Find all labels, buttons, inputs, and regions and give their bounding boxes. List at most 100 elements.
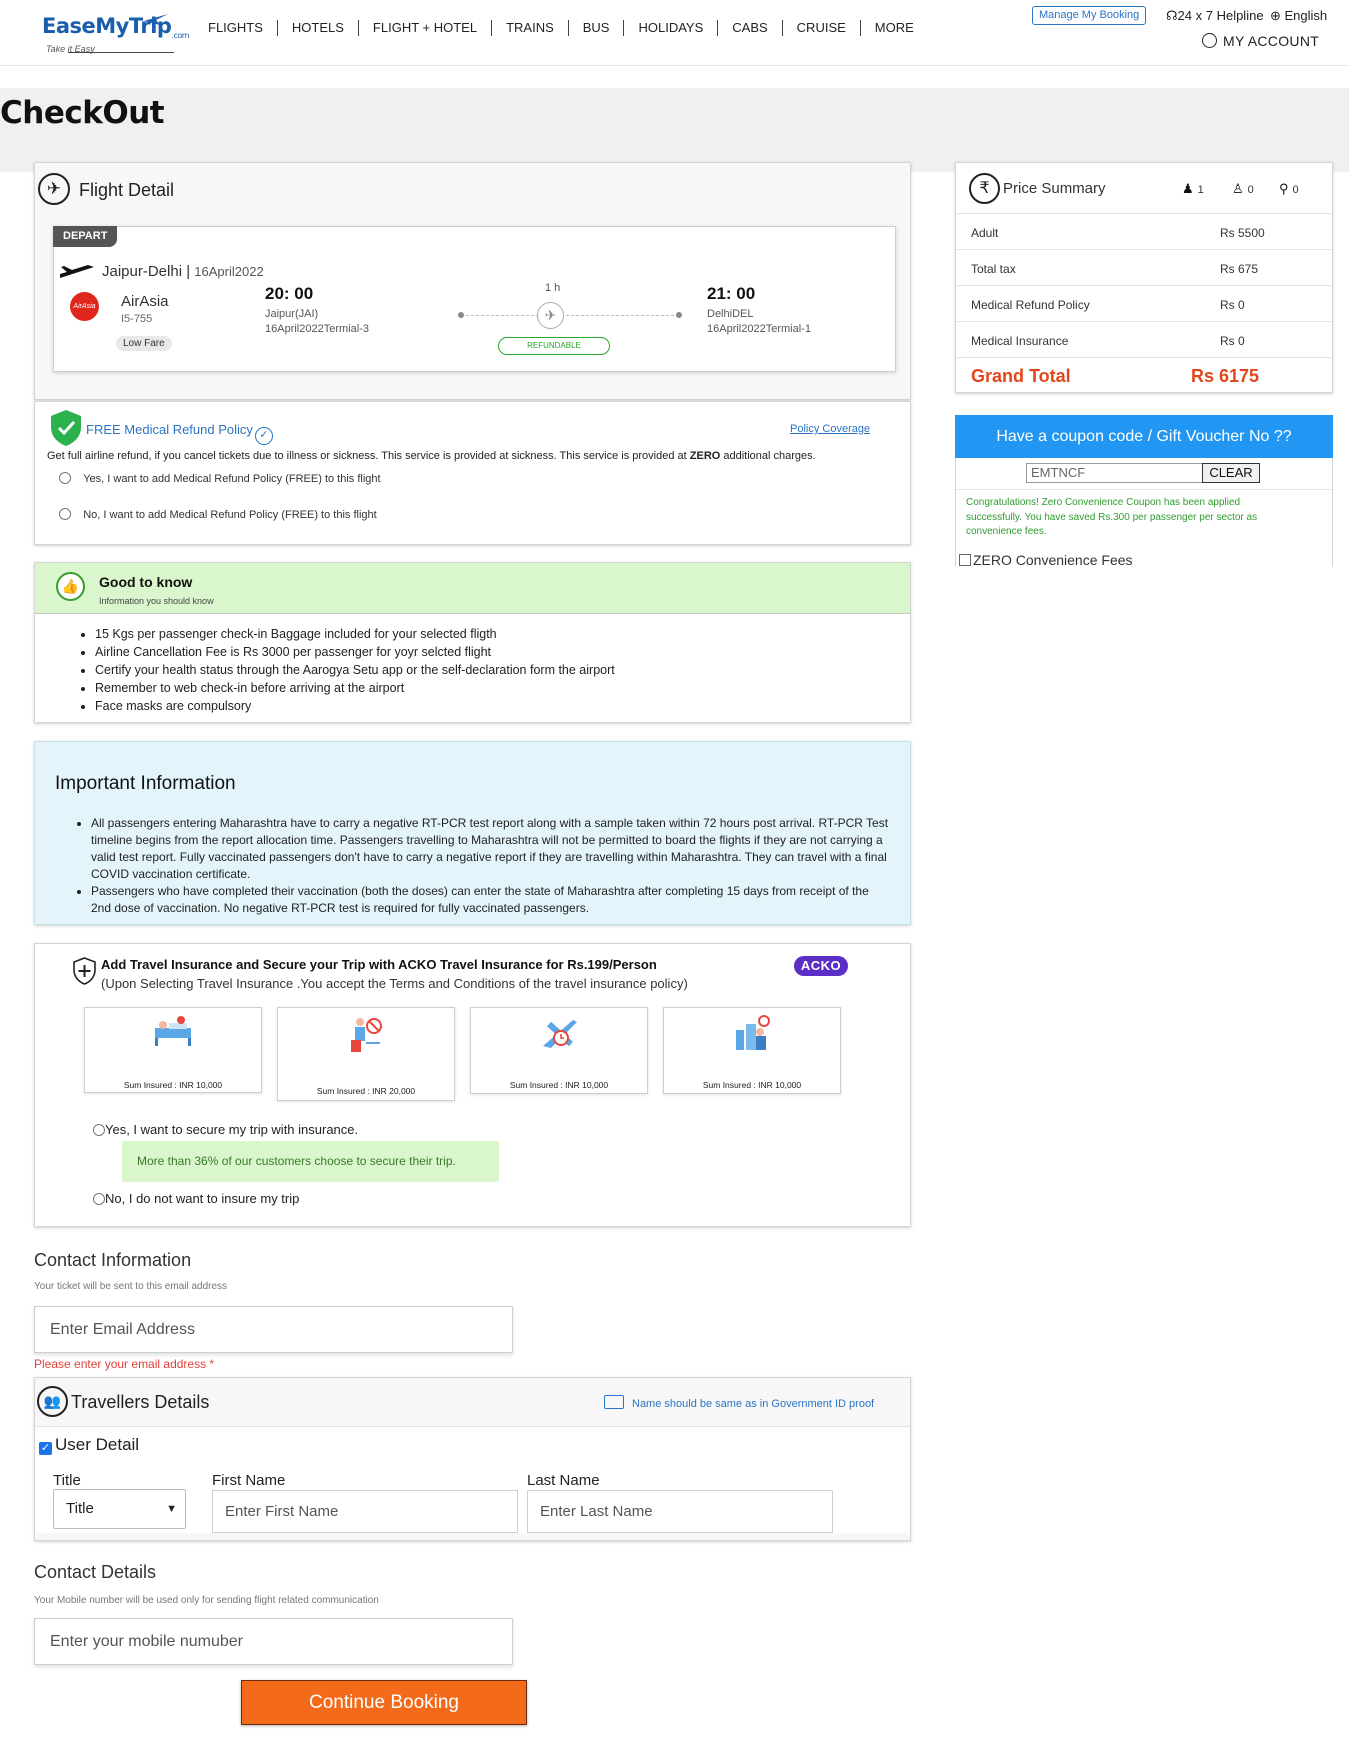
user-detail-checkbox[interactable]: ✓ [39,1442,52,1455]
price-value: Rs 0 [1220,298,1245,312]
price-label: Adult [971,226,999,240]
arrival-time: 21: 00 [707,284,756,303]
price-label: Medical Insurance [971,334,1069,348]
globe-icon: ⊕ [1270,8,1285,23]
option-yes-label: Yes, I want to add Medical Refund Policy… [83,473,381,485]
grand-total-row: Grand Total Rs 6175 [956,357,1332,394]
language-selector[interactable]: ⊕ English [1270,8,1327,24]
page-title: CheckOut [0,95,165,131]
coupon-panel: Have a coupon code / Gift Voucher No ?? … [955,415,1333,567]
first-name-label: First Name [212,1472,286,1489]
email-input[interactable]: Enter Email Address [34,1306,513,1353]
clear-coupon-button[interactable]: CLEAR [1202,463,1260,483]
nav-cabs[interactable]: CABS [718,20,783,36]
radio-no[interactable] [59,508,71,520]
user-detail-label: User Detail [55,1435,140,1454]
description-text: Get full airline refund, if you cancel t… [47,450,690,462]
travellers-title: Travellers Details [71,1392,210,1412]
price-row: Total tax Rs 675 [956,249,1332,285]
logo-underline [68,52,174,53]
insurance-no-option[interactable]: No, I do not want to insure my trip [93,1191,299,1206]
contact-info-subtitle: Your ticket will be sent to this email a… [34,1281,228,1292]
cover-label: Sum Insured : INR 10,000 [123,1080,223,1090]
medical-refund-card: FREE Medical Refund Policy ✓ Policy Cover… [34,401,911,545]
nav-flights[interactable]: FLIGHTS [196,20,278,36]
list-item: Face masks are compulsory [95,697,615,715]
route-text: Jaipur-Delhi [102,263,183,280]
adult-icon: ♟ [1182,181,1194,196]
insurance-yes-option[interactable]: Yes, I want to secure my trip with insur… [93,1122,358,1137]
duration-line [461,315,679,316]
nav-trains[interactable]: TRAINS [492,20,569,36]
zero-convenience-option[interactable]: ZERO Convenience Fees [959,552,1133,567]
insurance-yes-label: Yes, I want to secure my trip with insur… [105,1122,359,1137]
radio-yes[interactable] [59,472,71,484]
zero-fee-checkbox[interactable] [959,554,971,566]
insurance-cover-baggage: Sum Insured : INR 20,000 [277,1007,455,1101]
nav-flight-hotel[interactable]: FLIGHT + HOTEL [359,20,493,36]
radio-yes[interactable] [93,1124,105,1136]
thumbs-up-icon: 👍 [56,572,85,601]
logo-plane-icon [144,14,168,25]
good-to-know-subtitle: Information you should know [99,596,214,606]
price-value: Rs 0 [1220,334,1245,348]
divider [956,489,1332,490]
insurance-cover-delay: Sum Insured : INR 10,000 [470,1007,648,1094]
continue-booking-button[interactable]: Continue Booking [241,1680,527,1725]
coupon-code-input[interactable]: EMTNCF [1026,463,1210,483]
good-to-know-card: 👍 Good to know Information you should kn… [34,562,911,723]
price-row: Medical Insurance Rs 0 [956,321,1332,357]
departure-time: 20: 00 [265,284,314,303]
last-name-input[interactable]: Enter Last Name [527,1490,833,1533]
adult-count-value: 1 [1197,184,1204,196]
medical-refund-yes-option[interactable]: Yes, I want to add Medical Refund Policy… [59,472,381,485]
language-label: English [1284,8,1328,23]
plane-icon: ✈ [537,302,564,329]
title-select[interactable]: Title ▼ [53,1489,186,1529]
mobile-input[interactable]: Enter your mobile numuber [34,1618,513,1665]
site-logo[interactable]: EaseMyTrip.com Take it Easy [42,14,190,60]
nav-hotels[interactable]: HOTELS [278,20,359,36]
infant-icon: ⚲ [1279,181,1289,196]
verified-icon: ✓ [254,427,273,445]
depart-tag: DEPART [53,226,118,247]
shield-check-icon [51,410,81,446]
travellers-card: 👥 Travellers Details Name should be same… [34,1377,911,1541]
departure-airport: Jaipur(JAI) [265,308,319,320]
coupon-heading[interactable]: Have a coupon code / Gift Voucher No ?? [955,415,1333,458]
first-name-input[interactable]: Enter First Name [212,1490,518,1533]
insurance-subtitle: (Upon Selecting Travel Insurance .You ac… [101,976,688,991]
manage-booking-button[interactable]: Manage My Booking [1032,6,1147,25]
nav-more[interactable]: MORE [861,20,928,36]
medical-refund-no-option[interactable]: No, I want to add Medical Refund Policy … [59,508,377,521]
arrival-terminal: 16April2022Termial-1 [707,323,811,335]
grand-total-value: Rs 6175 [1191,366,1260,386]
grand-total-label: Grand Total [971,366,1071,386]
price-summary-card: ₹ Price Summary ♟ 1 ♙ 0 ⚲ 0 Adult Rs 5500 To… [955,162,1333,393]
my-account-link[interactable]: MY ACCOUNT [1202,33,1319,49]
flight-detail-header: ✈ Flight Detail [35,163,910,215]
radio-no[interactable] [93,1193,105,1205]
nav-holidays[interactable]: HOLIDAYS [624,20,719,36]
takeoff-icon [60,265,94,278]
traveller-form: ✓ User Detail Title Title ▼ First Name Ent… [35,1426,910,1533]
user-detail-toggle[interactable]: ✓ User Detail [39,1435,139,1455]
coupon-success-message: Congratulations! Zero Convenience Coupon… [966,497,1258,537]
important-info-card: Important Information All passengers ent… [34,741,911,925]
list-item: Remember to web check-in before arriving… [95,679,615,697]
price-value: Rs 5500 [1220,226,1265,240]
flight-detail-title: Flight Detail [79,180,175,200]
policy-coverage-link[interactable]: Policy Coverage [790,423,870,435]
route-date: 16April2022 [194,264,264,279]
fare-type-badge: Low Fare [116,336,172,351]
price-label: Total tax [971,262,1016,276]
helpline-link[interactable]: ☊24 x 7 Helpline [1166,8,1264,24]
infant-count-value: 0 [1292,184,1299,196]
cover-label: Sum Insured : INR 10,000 [702,1080,802,1090]
nav-bus[interactable]: BUS [569,20,625,36]
nav-cruise[interactable]: CRUISE [783,20,861,36]
arr-dot [676,312,682,318]
medical-refund-title-text: FREE Medical Refund Policy [86,422,253,437]
price-row: Medical Refund Policy Rs 0 [956,285,1332,321]
refundable-badge: REFUNDABLE [498,337,610,355]
